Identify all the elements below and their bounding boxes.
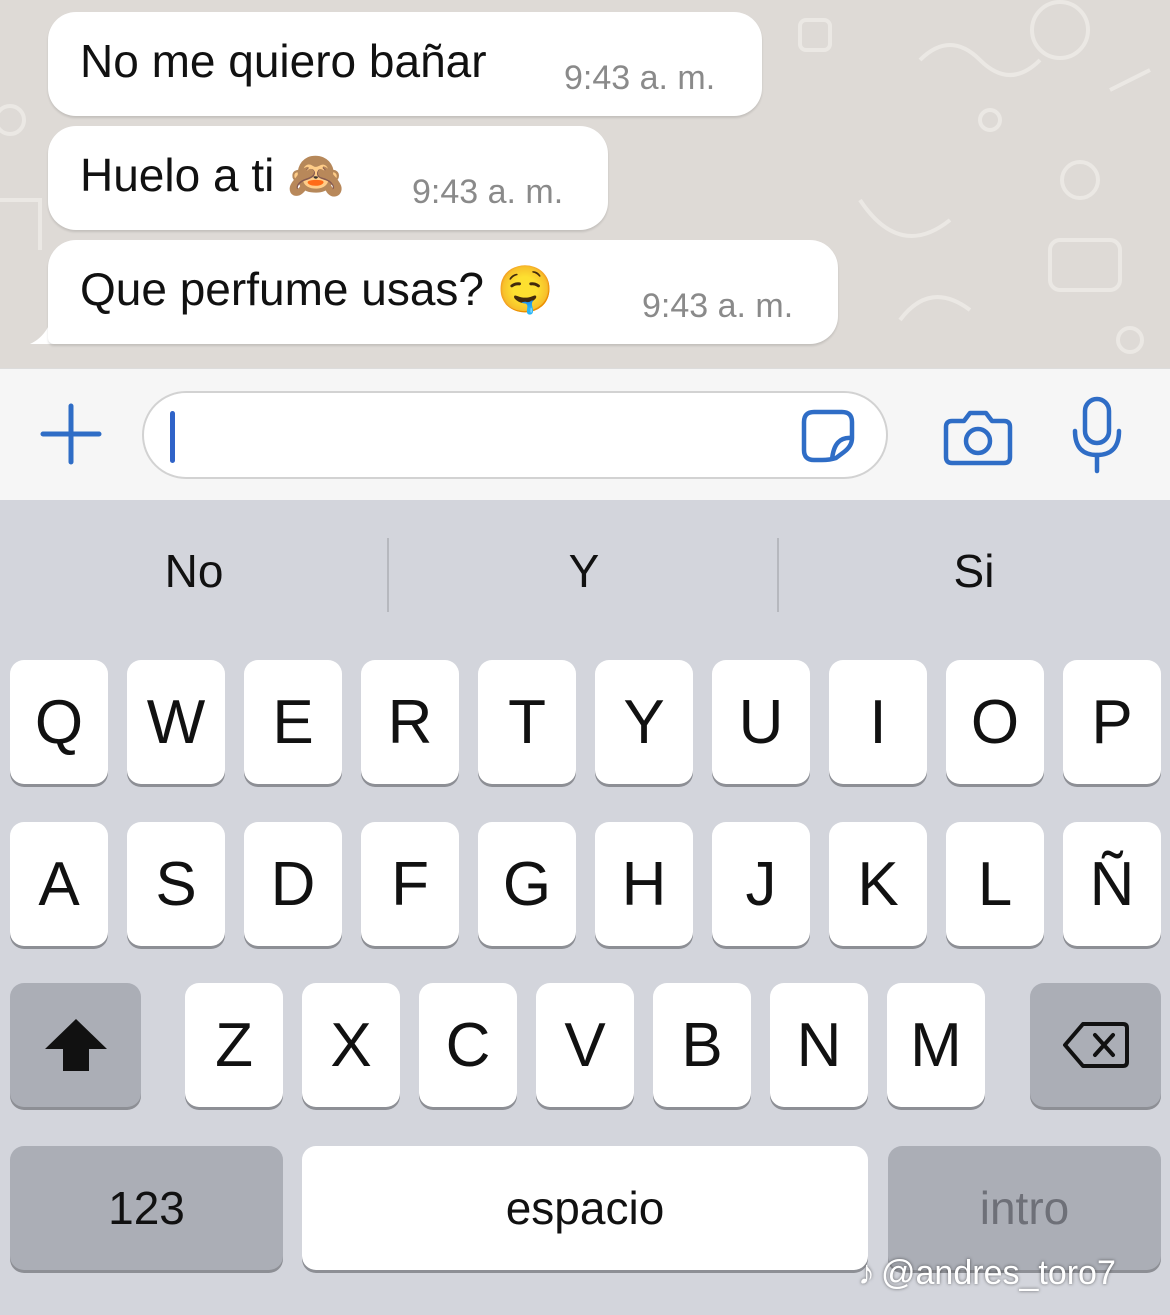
key-n[interactable]: N (770, 983, 868, 1107)
tiktok-logo-icon: ♪ (858, 1254, 875, 1292)
key-w[interactable]: W (127, 660, 225, 784)
suggestion-2[interactable]: Y (390, 544, 778, 598)
key-k[interactable]: K (829, 822, 927, 946)
key-a[interactable]: A (10, 822, 108, 946)
microphone-button[interactable] (1062, 393, 1132, 477)
key-l[interactable]: L (946, 822, 1044, 946)
message-time: 9:43 a. m. (564, 59, 716, 97)
microphone-icon (1072, 396, 1122, 474)
keyboard: No Y Si QWERTYUIOP ASDFGHJKLÑ ZXCVBNM 12… (0, 500, 1170, 1315)
backspace-icon (1062, 1022, 1129, 1068)
key-m[interactable]: M (887, 983, 985, 1107)
key-v[interactable]: V (536, 983, 634, 1107)
camera-button[interactable] (940, 399, 1016, 475)
chat-area: No me quiero bañar 9:43 a. m. Huelo a ti… (0, 0, 1170, 368)
message-text: Que perfume usas? 🤤 (80, 263, 555, 315)
key-y[interactable]: Y (595, 660, 693, 784)
message-composer (0, 368, 1170, 500)
key-j[interactable]: J (712, 822, 810, 946)
numbers-key[interactable]: 123 (10, 1146, 283, 1270)
key-b[interactable]: B (653, 983, 751, 1107)
key-s[interactable]: S (127, 822, 225, 946)
key-t[interactable]: T (478, 660, 576, 784)
suggestion-1[interactable]: No (0, 544, 388, 598)
key-c[interactable]: C (419, 983, 517, 1107)
suggestion-divider (777, 538, 779, 612)
suggestion-divider (387, 538, 389, 612)
message-time: 9:43 a. m. (412, 173, 564, 211)
shift-key[interactable] (10, 983, 141, 1107)
message-bubble[interactable]: Que perfume usas? 🤤 9:43 a. m. (48, 240, 838, 344)
message-input[interactable] (142, 391, 888, 479)
shift-arrow-icon (44, 1019, 107, 1071)
message-bubble[interactable]: No me quiero bañar 9:43 a. m. (48, 12, 762, 116)
camera-icon (943, 410, 1013, 466)
key-g[interactable]: G (478, 822, 576, 946)
key-r[interactable]: R (361, 660, 459, 784)
key-q[interactable]: Q (10, 660, 108, 784)
key-ñ[interactable]: Ñ (1063, 822, 1161, 946)
key-p[interactable]: P (1063, 660, 1161, 784)
key-o[interactable]: O (946, 660, 1044, 784)
key-d[interactable]: D (244, 822, 342, 946)
message-bubble[interactable]: Huelo a ti 🙈 9:43 a. m. (48, 126, 608, 230)
message-text: Huelo a ti 🙈 (80, 149, 345, 201)
text-caret (170, 411, 175, 463)
tiktok-watermark: ♪ @andres_toro7 (858, 1254, 1116, 1293)
plus-icon (40, 403, 102, 465)
watermark-text: @andres_toro7 (881, 1254, 1116, 1292)
delete-key[interactable] (1030, 983, 1161, 1107)
key-h[interactable]: H (595, 822, 693, 946)
key-e[interactable]: E (244, 660, 342, 784)
sticker-icon (801, 409, 855, 463)
key-u[interactable]: U (712, 660, 810, 784)
message-time: 9:43 a. m. (642, 287, 794, 325)
key-i[interactable]: I (829, 660, 927, 784)
space-key[interactable]: espacio (302, 1146, 868, 1270)
return-key[interactable]: intro (888, 1146, 1161, 1270)
sticker-button[interactable] (796, 407, 860, 465)
suggestion-3[interactable]: Si (780, 544, 1168, 598)
attach-button[interactable] (36, 399, 106, 469)
key-z[interactable]: Z (185, 983, 283, 1107)
key-f[interactable]: F (361, 822, 459, 946)
key-x[interactable]: X (302, 983, 400, 1107)
message-text: No me quiero bañar (80, 35, 487, 87)
